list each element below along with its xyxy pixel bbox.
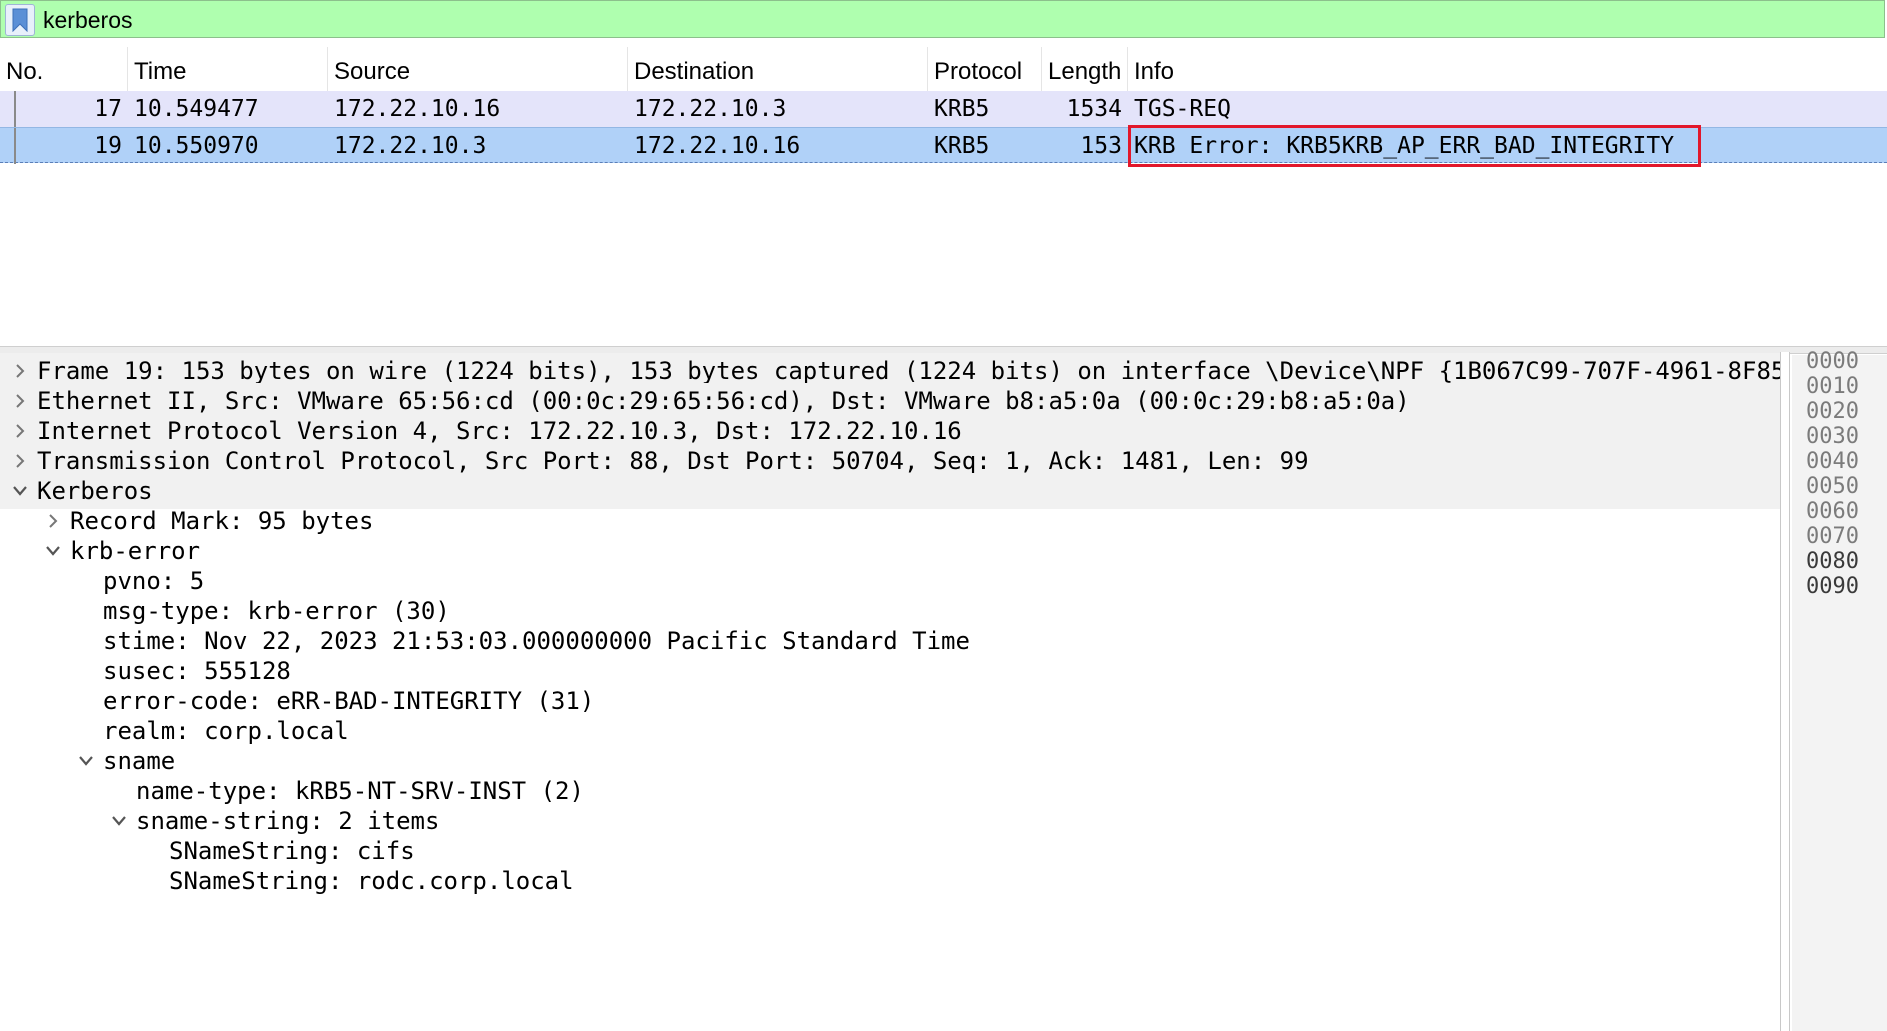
packet-no: 19 bbox=[94, 133, 122, 159]
display-filter-bar bbox=[0, 0, 1885, 38]
row-conversation-bar bbox=[14, 91, 16, 127]
column-header-source[interactable]: Source bbox=[328, 47, 628, 92]
packet-row[interactable]: 17 10.549477 172.22.10.16 172.22.10.3 KR… bbox=[0, 91, 1887, 127]
column-header-no[interactable]: No. bbox=[0, 47, 128, 92]
packet-no: 17 bbox=[94, 96, 122, 122]
byte-offset: 0090 bbox=[1806, 574, 1859, 599]
packet-row-selected[interactable]: 19 10.550970 172.22.10.3 172.22.10.16 KR… bbox=[0, 127, 1887, 164]
packet-time: 10.550970 bbox=[134, 133, 259, 159]
column-header-time[interactable]: Time bbox=[128, 47, 328, 92]
column-header-info[interactable]: Info bbox=[1128, 47, 1887, 92]
column-header-destination[interactable]: Destination bbox=[628, 47, 928, 92]
packet-length: 153 bbox=[1080, 133, 1122, 159]
packet-destination: 172.22.10.16 bbox=[634, 133, 801, 159]
detail-tree-label: SNameString: rodc.corp.local bbox=[169, 867, 574, 895]
packet-bytes-pane: 0000 0010 0020 0030 0040 0050 0060 0070 0080 0090 bbox=[1792, 349, 1887, 1031]
column-header-protocol[interactable]: Protocol bbox=[928, 47, 1042, 92]
packet-length: 1534 bbox=[1066, 96, 1122, 122]
packet-source: 172.22.10.16 bbox=[334, 96, 501, 122]
packet-time: 10.549477 bbox=[134, 96, 259, 122]
packet-info: TGS-REQ bbox=[1134, 96, 1231, 122]
packet-details-pane: Frame 19: 153 bytes on wire (1224 bits),… bbox=[0, 353, 1780, 1031]
packet-source: 172.22.10.3 bbox=[334, 133, 487, 159]
bookmark-icon bbox=[12, 8, 28, 32]
packet-info: KRB Error: KRB5KRB_AP_ERR_BAD_INTEGRITY bbox=[1134, 133, 1675, 159]
column-header-length[interactable]: Length bbox=[1042, 47, 1128, 92]
packet-list-header: No. Time Source Destination Protocol Len… bbox=[0, 47, 1887, 93]
packet-destination: 172.22.10.3 bbox=[634, 96, 787, 122]
packet-protocol: KRB5 bbox=[934, 96, 990, 122]
row-conversation-bar bbox=[14, 128, 16, 164]
detail-tree-item[interactable]: SNameString: rodc.corp.local bbox=[0, 863, 1780, 899]
pane-splitter-vertical[interactable] bbox=[1780, 352, 1790, 1031]
display-filter-input[interactable] bbox=[43, 5, 1843, 35]
packet-protocol: KRB5 bbox=[934, 133, 990, 159]
filter-bookmark-button[interactable] bbox=[5, 4, 35, 36]
